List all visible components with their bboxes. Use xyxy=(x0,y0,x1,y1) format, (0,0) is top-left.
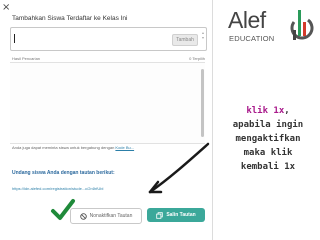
instruction-line4: maka klik xyxy=(243,148,293,158)
student-search-input[interactable]: Tambah ▲ ▼ xyxy=(10,27,207,51)
results-header: Hasil Pencarian 0 Terpilih xyxy=(12,56,205,61)
instruction-highlight: klik 1x xyxy=(246,106,285,116)
disable-link-button[interactable]: Nonaktifkan Tautan xyxy=(70,208,142,224)
add-button[interactable]: Tambah xyxy=(172,34,198,46)
dialog-title: Tambahkan Siswa Terdaftar ke Kelas Ini xyxy=(12,15,128,22)
instruction-line3: mengaktifkan xyxy=(235,134,301,144)
results-scrollbar[interactable] xyxy=(201,69,204,137)
instruction-line5: kembali 1x xyxy=(240,162,296,172)
instruction-comma: , xyxy=(284,106,290,116)
close-icon[interactable]: × xyxy=(2,3,10,13)
ban-icon xyxy=(79,212,87,220)
results-count: 0 Terpilih xyxy=(189,56,205,61)
copy-icon xyxy=(156,211,164,219)
results-label: Hasil Pencarian xyxy=(12,56,41,61)
instruction-text: klik 1x, apabila ingin mengaktifkan maka… xyxy=(218,104,318,174)
alef-logo-icon xyxy=(290,10,314,40)
info-prefix: Anda juga dapat meminta siswa untuk berg… xyxy=(12,145,116,150)
dialog-panel: × Tambahkan Siswa Terdaftar ke Kelas Ini… xyxy=(0,0,213,240)
alef-logo: Alef EDUCATION xyxy=(228,8,314,52)
arrow-icon xyxy=(148,142,210,194)
copy-link-button[interactable]: Salin Tautan xyxy=(147,208,205,222)
checkmark-icon xyxy=(51,199,75,220)
disable-link-label: Nonaktifkan Tautan xyxy=(89,213,133,219)
brand-name: Alef xyxy=(228,7,266,33)
brand-subtitle: EDUCATION xyxy=(229,34,275,43)
invite-label: Undang siswa Anda dengan tautan berikut: xyxy=(12,170,115,176)
invite-url[interactable]: https://ldn.alefed.com/registration/stud… xyxy=(12,186,103,191)
input-scroll-arrows[interactable]: ▲ ▼ xyxy=(201,31,205,47)
copy-link-label: Salin Tautan xyxy=(166,212,196,218)
results-list[interactable] xyxy=(10,62,205,144)
instruction-line2: apabila ingin xyxy=(232,120,304,130)
text-caret xyxy=(14,34,15,43)
